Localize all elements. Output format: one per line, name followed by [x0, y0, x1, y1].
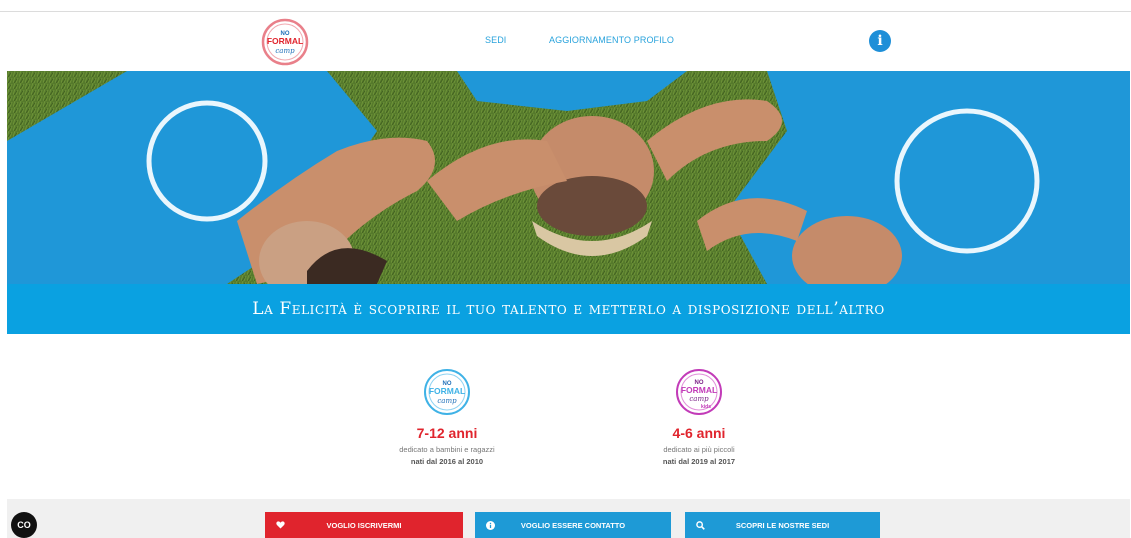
cookie-settings-button[interactable]: CO: [11, 512, 37, 538]
cookie-label: CO: [17, 520, 31, 530]
svg-text:camp: camp: [689, 395, 709, 403]
program-card-4-6[interactable]: NO FORMAL camp kids 4-6 anni dedicato ai…: [609, 368, 789, 466]
info-glyph: i: [877, 33, 883, 49]
program-description: dedicato a bambini e ragazzi: [399, 445, 495, 454]
heart-icon: [275, 520, 285, 530]
nav-link-aggiornamento-profilo[interactable]: AGGIORNAMENTO PROFILO: [549, 35, 674, 45]
svg-text:FORMAL: FORMAL: [429, 386, 465, 396]
voglio-essere-contatto-button[interactable]: VOGLIO ESSERE CONTATTO: [475, 512, 671, 538]
info-icon[interactable]: i: [869, 30, 891, 52]
voglio-iscrivermi-button[interactable]: VOGLIO ISCRIVERMI: [265, 512, 463, 538]
button-label: SCOPRI LE NOSTRE SEDI: [735, 520, 830, 530]
no-formal-camp-kids-logo: NO FORMAL camp kids: [676, 369, 722, 415]
no-formal-camp-logo[interactable]: NO FORMAL camp: [261, 18, 309, 66]
tagline-banner: La Felicità è scoprire il tuo talento e …: [7, 284, 1130, 334]
program-description: dedicato ai più piccoli: [663, 445, 735, 454]
button-label: VOGLIO ESSERE CONTATTO: [520, 520, 626, 530]
button-label: VOGLIO ISCRIVERMI: [326, 520, 402, 530]
info-icon: [485, 520, 495, 530]
program-card-7-12[interactable]: NO FORMAL camp 7-12 anni dedicato a bamb…: [357, 368, 537, 466]
program-title: 4-6 anni: [672, 425, 726, 441]
top-divider: [0, 11, 1131, 12]
svg-text:camp: camp: [275, 47, 295, 55]
program-years: nati dal 2016 al 2010: [410, 457, 484, 466]
program-years: nati dal 2019 al 2017: [662, 457, 736, 466]
scopri-le-nostre-sedi-button[interactable]: SCOPRI LE NOSTRE SEDI: [685, 512, 880, 538]
svg-text:camp: camp: [437, 397, 457, 405]
program-title: 7-12 anni: [416, 425, 478, 441]
svg-text:FORMAL: FORMAL: [681, 385, 717, 395]
svg-text:kids: kids: [701, 404, 711, 410]
svg-text:FORMAL: FORMAL: [267, 36, 303, 46]
nav-link-sedi[interactable]: SEDI: [485, 35, 506, 45]
no-formal-camp-blue-logo: NO FORMAL camp: [424, 369, 470, 415]
hero-image: [7, 71, 1130, 284]
tagline-text: La Felicità è scoprire il tuo talento e …: [252, 299, 885, 319]
search-icon: [695, 520, 705, 530]
